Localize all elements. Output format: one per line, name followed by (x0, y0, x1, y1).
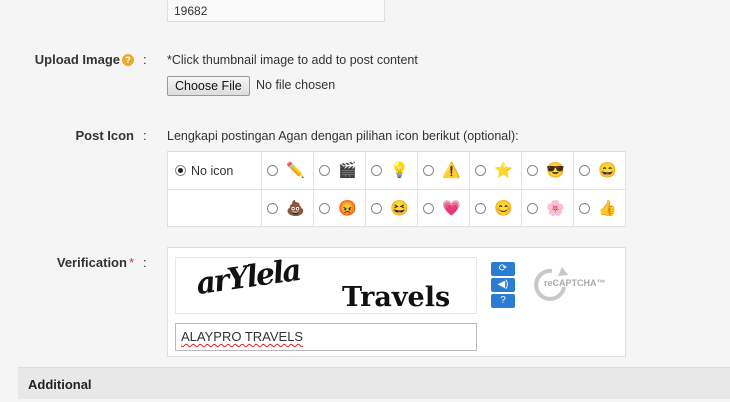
post-icon-label: Post Icon (75, 128, 134, 143)
captcha-input[interactable]: ALAYPRO TRAVELS (175, 323, 477, 351)
previous-field-value[interactable]: 19682 (167, 0, 385, 22)
colon: : (143, 128, 147, 143)
colon: : (143, 52, 147, 67)
radio-button[interactable] (527, 203, 538, 214)
flower-icon: 🌸 (546, 200, 565, 217)
post-icon-option[interactable]: 💗 (418, 190, 470, 227)
post-icon-option[interactable]: 😊 (470, 190, 522, 227)
post-icon-option[interactable]: 😎 (522, 152, 574, 190)
star-icon: ⭐ (494, 162, 513, 179)
captcha-input-value: ALAYPRO TRAVELS (181, 329, 304, 344)
post-icon-option[interactable]: ✏️ (262, 152, 314, 190)
upload-image-label-text: Upload Image (34, 52, 120, 67)
upload-note: *Click thumbnail image to add to post co… (167, 53, 418, 67)
radio-button[interactable] (371, 203, 382, 214)
post-icon-option[interactable]: 😆 (366, 190, 418, 227)
radio-button[interactable] (175, 165, 186, 176)
radio-button[interactable] (319, 165, 330, 176)
question-icon[interactable]: ? (491, 294, 515, 308)
radio-button[interactable] (475, 165, 486, 176)
poop-icon: 💩 (286, 200, 305, 217)
cool-smiley-icon: 😎 (546, 162, 565, 179)
laugh-smiley-icon: 😆 (390, 200, 409, 217)
heart-icon: 💗 (442, 200, 461, 217)
radio-button[interactable] (267, 203, 278, 214)
upload-image-label: Upload Image? (20, 52, 134, 67)
post-icon-option[interactable]: 🌸 (522, 190, 574, 227)
radio-button[interactable] (267, 165, 278, 176)
choose-file-button[interactable]: Choose File (167, 76, 250, 96)
radio-button[interactable] (527, 165, 538, 176)
verification-label-text: Verification (56, 255, 127, 270)
post-icon-table: No icon ✏️ 🎬 💡 ⚠️ ⭐ 😎 😄 💩 😡 😆 💗 😊 🌸 👍 (167, 151, 626, 227)
radio-button[interactable] (423, 203, 434, 214)
clapperboard-icon: 🎬 (338, 162, 357, 179)
post-icon-option[interactable]: 💩 (262, 190, 314, 227)
help-icon[interactable]: ? (122, 54, 134, 66)
lightbulb-icon: 💡 (390, 162, 409, 179)
radio-button[interactable] (371, 165, 382, 176)
post-icon-option[interactable]: 🎬 (314, 152, 366, 190)
warning-icon: ⚠️ (442, 162, 461, 179)
captcha-word-1: arYlela (194, 257, 302, 303)
refresh-icon[interactable]: ⟳ (491, 262, 515, 276)
verification-label: Verification * (20, 255, 134, 270)
radio-button[interactable] (319, 203, 330, 214)
additional-section-header[interactable]: Additional (18, 367, 730, 399)
file-status: No file chosen (256, 78, 336, 92)
post-icon-option[interactable]: 💡 (366, 152, 418, 190)
recaptcha-logo: reCAPTCHA™ (534, 265, 606, 305)
empty-cell (168, 190, 262, 227)
radio-button[interactable] (475, 203, 486, 214)
post-icon-option[interactable]: 😡 (314, 190, 366, 227)
radio-button[interactable] (579, 203, 590, 214)
captcha-word-2: Travels (342, 282, 451, 313)
radio-button[interactable] (423, 165, 434, 176)
post-icon-option[interactable]: 😄 (574, 152, 626, 190)
captcha-image: arYlela Travels (175, 257, 477, 314)
pencil-icon: ✏️ (286, 162, 305, 179)
blue-smiley-icon: 😊 (494, 200, 513, 217)
post-icon-option[interactable]: 👍 (574, 190, 626, 227)
thumbs-up-icon: 👍 (598, 200, 617, 217)
post-icon-option[interactable]: ⚠️ (418, 152, 470, 190)
required-mark: * (128, 255, 134, 270)
angry-smiley-icon: 😡 (338, 200, 357, 217)
no-icon-label: No icon (191, 164, 234, 178)
radio-button[interactable] (579, 165, 590, 176)
colon: : (143, 255, 147, 270)
no-icon-option[interactable]: No icon (168, 152, 262, 190)
post-icon-note: Lengkapi postingan Agan dengan pilihan i… (167, 129, 519, 143)
post-icon-option[interactable]: ⭐ (470, 152, 522, 190)
recaptcha-text: reCAPTCHA™ (544, 278, 606, 288)
grin-smiley-icon: 😄 (598, 162, 617, 179)
audio-icon[interactable]: ◀) (491, 278, 515, 292)
